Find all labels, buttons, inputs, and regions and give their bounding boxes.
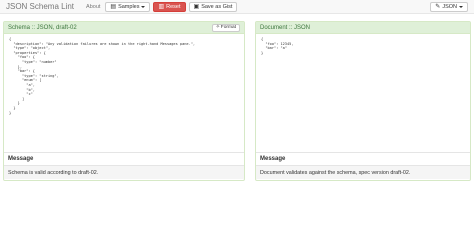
reset-label: Reset <box>166 3 181 10</box>
document-message-title: Message <box>256 152 470 164</box>
caret-down-icon <box>141 5 146 8</box>
app-brand[interactable]: JSON Schema Lint <box>6 2 74 11</box>
document-panel-heading: Document :: JSON <box>256 22 470 34</box>
about-link[interactable]: About <box>81 0 105 14</box>
navbar: JSON Schema Lint About ▤ Samples ▥ Reset… <box>0 0 474 14</box>
save-icon: ▣ <box>193 3 200 10</box>
document-message: Document validates against the schema, s… <box>256 165 470 179</box>
json-mode-dropdown[interactable]: ✎ JSON <box>430 1 468 12</box>
json-mode-label: JSON <box>442 3 457 10</box>
schema-message: Schema is valid according to draft-02. <box>4 165 244 179</box>
document-editor[interactable]: { "foo": 12345, "bar": "a" } <box>256 34 470 147</box>
samples-dropdown-button[interactable]: ▤ Samples <box>105 1 151 12</box>
reset-button[interactable]: ▥ Reset <box>153 1 186 12</box>
schema-editor[interactable]: { "description": "Any validation failure… <box>4 34 244 147</box>
save-gist-label: Save as Gist <box>201 3 233 10</box>
schema-message-title: Message <box>4 152 244 164</box>
schema-panel: Schema :: JSON, draft-02 ✧ Format { "des… <box>3 21 245 181</box>
format-button[interactable]: ✧ Format <box>211 23 240 32</box>
caret-down-icon <box>459 5 463 8</box>
document-panel-title: Document :: JSON <box>260 24 311 31</box>
schema-panel-title: Schema :: JSON, draft-02 <box>8 24 77 31</box>
trash-icon: ▥ <box>158 3 165 10</box>
document-panel: Document :: JSON { "foo": 12345, "bar": … <box>255 21 471 181</box>
schema-panel-heading: Schema :: JSON, draft-02 ✧ Format <box>4 22 244 34</box>
pencil-icon: ✎ <box>435 3 441 10</box>
magic-wand-icon: ✧ <box>215 25 220 30</box>
format-label: Format <box>220 25 236 30</box>
samples-label: Samples <box>118 3 140 10</box>
save-gist-button[interactable]: ▣ Save as Gist <box>188 1 238 12</box>
document-icon: ▤ <box>110 3 117 10</box>
